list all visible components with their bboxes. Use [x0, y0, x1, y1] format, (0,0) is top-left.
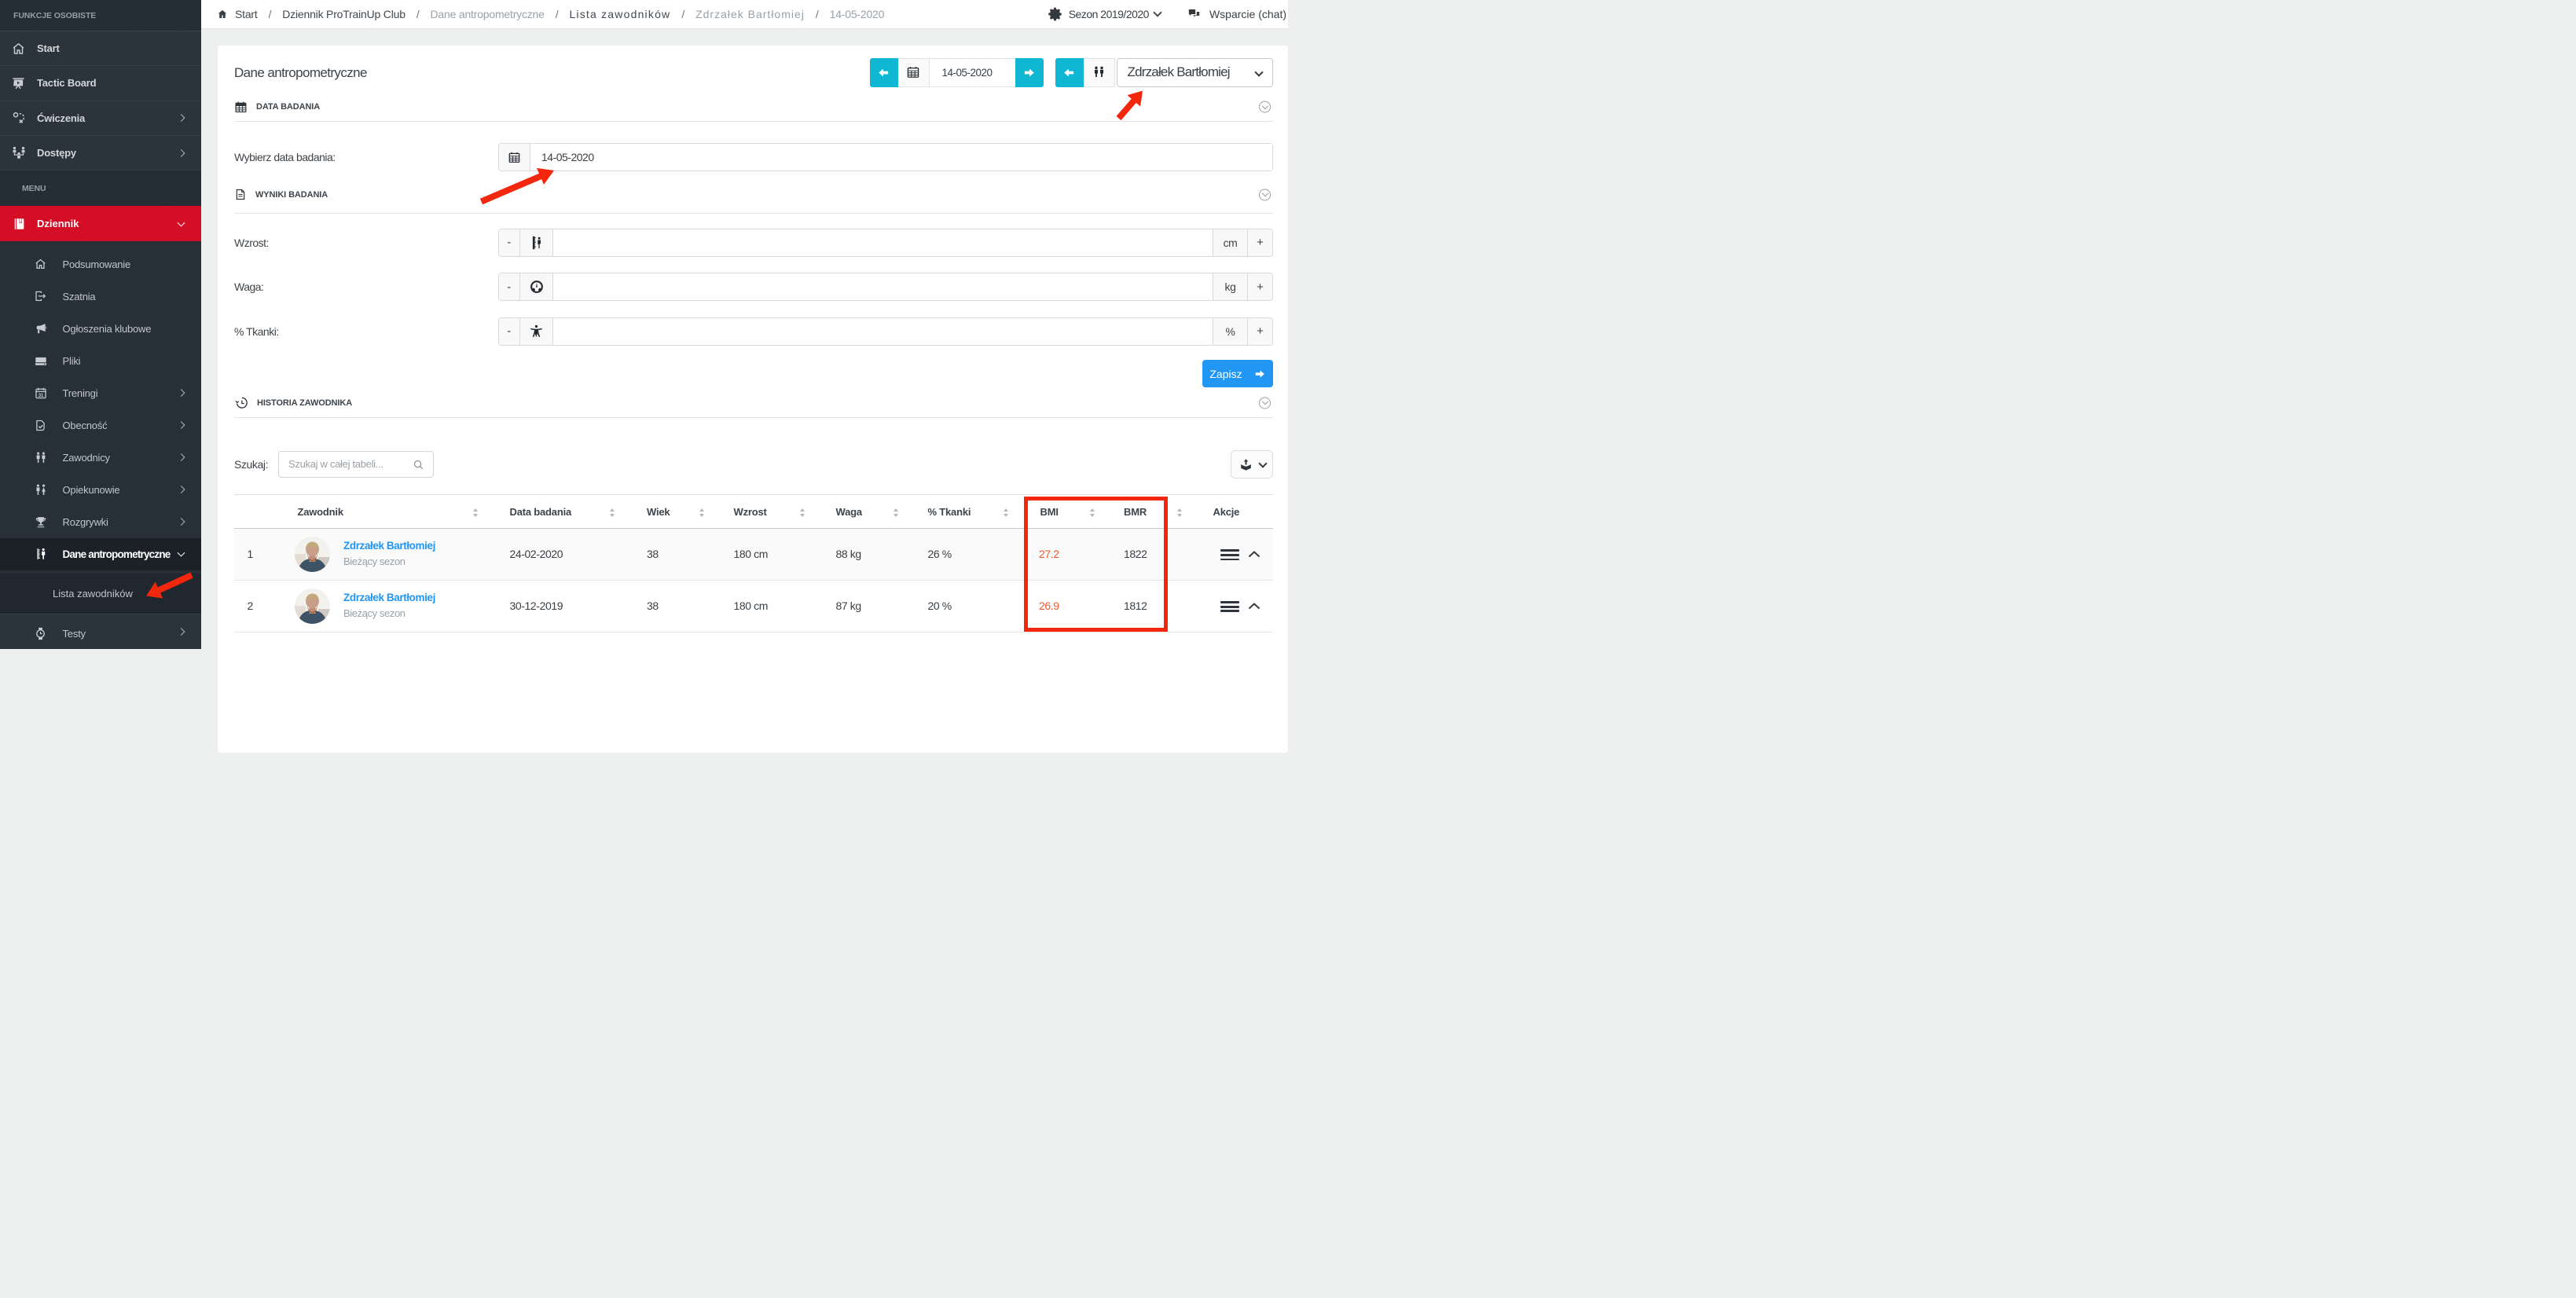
svg-text:31: 31 — [39, 394, 44, 398]
